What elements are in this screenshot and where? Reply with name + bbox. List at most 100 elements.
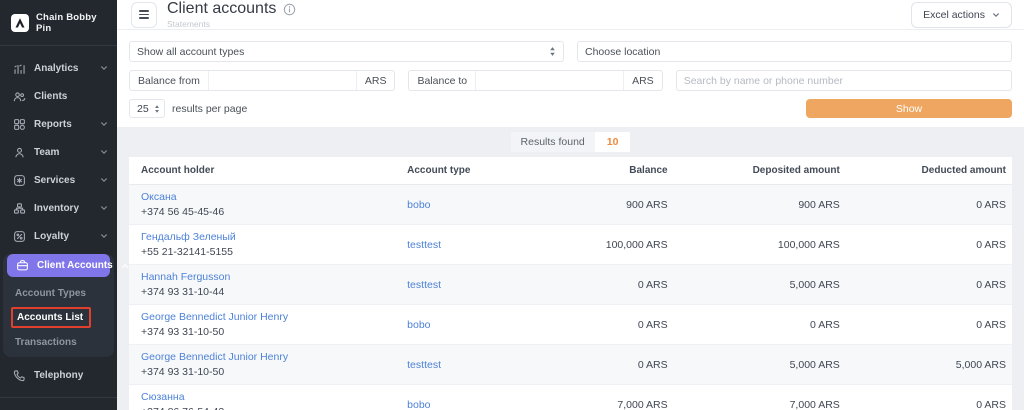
account-type-cell: testtest	[407, 265, 557, 305]
sidebar-subitem-accounts-list[interactable]: Accounts List	[3, 305, 114, 330]
account-holder-link[interactable]: George Bennedict Junior Henry	[141, 311, 288, 323]
app-name: Chain Bobby Pin	[36, 12, 107, 34]
account-holder-link[interactable]: Hannah Fergusson	[141, 271, 230, 283]
per-page-select[interactable]: 25	[129, 99, 165, 118]
sidebar-item-settings[interactable]: Settings	[0, 406, 117, 410]
menu-toggle-button[interactable]	[131, 2, 157, 28]
balance-cell: 7,000 ARS	[557, 385, 667, 410]
column-header-account-holder: Account holder	[129, 157, 407, 185]
team-icon	[12, 145, 26, 159]
results-section: Results found 10 Account holderAccount t…	[117, 127, 1024, 410]
sidebar: Chain Bobby Pin AnalyticsClientsReportsT…	[0, 0, 117, 410]
results-found-label: Results found	[511, 132, 595, 152]
balance-to-group: Balance to ARS	[408, 70, 662, 91]
sidebar-subitem-label: Transactions	[15, 337, 77, 348]
sidebar-item-loyalty[interactable]: Loyalty	[0, 222, 117, 250]
sidebar-item-services[interactable]: Services	[0, 166, 117, 194]
sidebar-item-label: Services	[34, 175, 92, 186]
balance-cell: 0 ARS	[557, 305, 667, 345]
info-icon[interactable]	[283, 3, 296, 16]
loyalty-icon	[12, 229, 26, 243]
chevron-down-icon	[100, 176, 108, 184]
sidebar-item-label: Inventory	[34, 203, 92, 214]
account-type-link[interactable]: bobo	[407, 319, 430, 331]
account-type-link[interactable]: bobo	[407, 199, 430, 211]
deposited-amount-cell: 7,000 ARS	[668, 385, 840, 410]
chevron-down-icon	[100, 64, 108, 72]
account-type-select[interactable]: Show all account types	[129, 41, 564, 62]
sidebar-item-telephony[interactable]: Telephony	[0, 361, 117, 389]
account-type-link[interactable]: bobo	[407, 399, 430, 410]
account-holder-link[interactable]: George Bennedict Junior Henry	[141, 351, 288, 363]
chevron-down-icon	[100, 120, 108, 128]
deducted-amount-cell: 0 ARS	[840, 385, 1012, 410]
account-type-cell: bobo	[407, 385, 557, 410]
chevron-down-icon	[992, 11, 1000, 19]
deducted-amount-cell: 0 ARS	[840, 225, 1012, 265]
sidebar-group-client-accounts: Client Accounts Account Types Accounts Lis…	[3, 254, 114, 357]
sidebar-item-label: Telephony	[34, 370, 108, 381]
show-button[interactable]: Show	[806, 99, 1012, 118]
chevron-down-icon	[100, 232, 108, 240]
column-header-deducted-amount: Deducted amount	[840, 157, 1012, 185]
balance-to-currency: ARS	[623, 71, 662, 90]
account-type-cell: bobo	[407, 305, 557, 345]
column-header-account-type: Account type	[407, 157, 557, 185]
select-arrows-icon	[154, 104, 160, 114]
table-row: George Bennedict Junior Henry +374 93 31-…	[129, 345, 1012, 385]
balance-cell: 100,000 ARS	[557, 225, 667, 265]
sidebar-item-clients[interactable]: Clients	[0, 82, 117, 110]
account-holder-phone: +374 93 31-10-50	[141, 366, 407, 378]
sidebar-nav: Analytics ClientsReportsTeam Services Inven…	[0, 52, 117, 410]
balance-to-input[interactable]	[476, 71, 623, 90]
deposited-amount-cell: 100,000 ARS	[668, 225, 840, 265]
account-type-link[interactable]: testtest	[407, 239, 441, 251]
excel-actions-button[interactable]: Excel actions	[911, 2, 1012, 28]
table-row: Гендальф Зеленый +55 21-32141-5155testtes…	[129, 225, 1012, 265]
location-input[interactable]	[577, 41, 1012, 62]
sidebar-item-analytics[interactable]: Analytics	[0, 54, 117, 82]
sidebar-item-reports[interactable]: Reports	[0, 110, 117, 138]
app-logo[interactable]: Chain Bobby Pin	[0, 0, 117, 45]
chevron-down-icon	[100, 148, 108, 156]
deducted-amount-cell: 0 ARS	[840, 185, 1012, 225]
sidebar-item-label: Loyalty	[34, 231, 92, 242]
balance-from-label: Balance from	[130, 71, 209, 90]
sidebar-subitem-label: Account Types	[15, 288, 86, 299]
deposited-amount-cell: 5,000 ARS	[668, 265, 840, 305]
search-input[interactable]	[676, 70, 1012, 91]
telephony-icon	[12, 368, 26, 382]
account-type-link[interactable]: testtest	[407, 359, 441, 371]
main-area: Client accounts Statements Excel actions…	[117, 0, 1024, 410]
account-holder-cell: George Bennedict Junior Henry+374 93 31-…	[129, 305, 407, 345]
column-header-deposited-amount: Deposited amount	[668, 157, 840, 185]
accounts-table-body: Оксана+374 56 45-45-46bobo900 ARS900 ARS…	[129, 185, 1012, 410]
account-holder-phone: +55 21-32141-5155	[141, 246, 407, 258]
sidebar-item-inventory[interactable]: Inventory	[0, 194, 117, 222]
account-holder-link[interactable]: Оксана	[141, 191, 177, 203]
per-page-label: results per page	[172, 103, 247, 115]
results-found-badge: Results found 10	[511, 132, 631, 152]
results-found-count: 10	[595, 132, 631, 152]
account-type-cell: bobo	[407, 185, 557, 225]
services-icon	[12, 173, 26, 187]
chevron-down-icon	[100, 204, 108, 212]
table-row: Hannah Fergusson+374 93 31-10-44testtest…	[129, 265, 1012, 305]
deducted-amount-cell: 0 ARS	[840, 305, 1012, 345]
sidebar-item-team[interactable]: Team	[0, 138, 117, 166]
account-type-link[interactable]: testtest	[407, 279, 441, 291]
sidebar-subitem-account-types[interactable]: Account Types	[3, 281, 114, 305]
balance-to-label: Balance to	[409, 71, 476, 90]
analytics-icon	[12, 61, 26, 75]
sidebar-item-client-accounts[interactable]: Client Accounts	[7, 254, 110, 277]
balance-from-input[interactable]	[209, 71, 356, 90]
sidebar-item-label: Analytics	[34, 63, 92, 74]
account-holder-link[interactable]: Сюзанна	[141, 391, 185, 403]
account-holder-phone: +374 86 76-54-43	[141, 406, 407, 410]
page-header: Client accounts Statements Excel actions	[117, 0, 1024, 30]
sidebar-subitem-transactions[interactable]: Transactions	[3, 330, 114, 354]
account-holder-cell: Сюзанна +374 86 76-54-43	[129, 385, 407, 410]
app-logo-icon	[11, 14, 29, 32]
account-holder-link[interactable]: Гендальф Зеленый	[141, 231, 236, 243]
deposited-amount-cell: 5,000 ARS	[668, 345, 840, 385]
